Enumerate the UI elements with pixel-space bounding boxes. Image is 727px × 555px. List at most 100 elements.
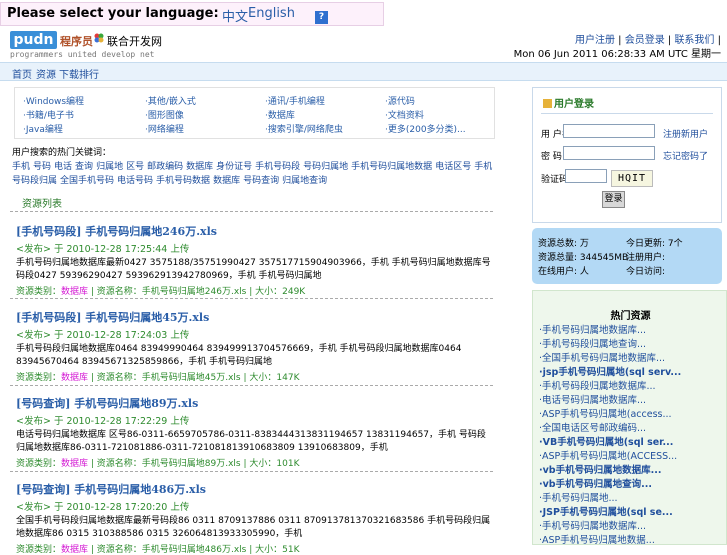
category-link[interactable]: ·文档资料: [385, 108, 424, 121]
keyword-link[interactable]: 全国手机号码: [60, 176, 114, 186]
hot-resource-link[interactable]: ·全国电话区号邮政编码...: [539, 420, 646, 434]
hot-resource-link[interactable]: ·vb手机号码归属地数据库...: [539, 462, 661, 476]
category-link[interactable]: ·更多(200多分类)...: [385, 122, 466, 135]
keyword-link[interactable]: 号码归属地: [303, 162, 348, 172]
keyword-link[interactable]: 身份证号: [216, 162, 252, 172]
hot-resource-link[interactable]: ·手机号码归属地数据库...: [539, 322, 646, 336]
forgot-password-link[interactable]: 忘记密码了: [663, 149, 708, 162]
keyword-link[interactable]: 电话: [54, 162, 72, 172]
language-prompt: Please select your language:: [7, 6, 219, 21]
meta-filename[interactable]: 资源名称：手机号码归属地45万.xls: [97, 373, 241, 383]
result-date: <发布> 于 2010-12-28 17:25:44 上传: [16, 244, 190, 255]
category-link[interactable]: ·源代码: [385, 94, 415, 107]
meta-category[interactable]: 数据库: [61, 545, 88, 555]
keyword-link[interactable]: 查询: [75, 162, 93, 172]
nav-resources[interactable]: 资源: [36, 66, 56, 81]
result-item: [手机号码段] 手机号码归属地246万.xls <发布> 于 2010-12-2…: [16, 223, 494, 297]
register-link[interactable]: 注册新用户: [663, 127, 708, 140]
keyword-link[interactable]: 手机号码数据: [156, 176, 210, 186]
result-title[interactable]: [号码查询] 手机号码归属地486万.xls: [16, 481, 494, 497]
hot-resource-link[interactable]: ·手机号码归属地...: [539, 490, 618, 504]
top-links: 用户注册 | 会员登录 | 联系我们 |: [574, 35, 721, 46]
hot-resource-link[interactable]: ·手机号码段归属地查询...: [539, 336, 646, 350]
category-link[interactable]: ·Java编程: [23, 122, 63, 135]
keyword-link[interactable]: 号码查询: [243, 176, 279, 186]
meta-category-label: 资源类别：: [16, 545, 62, 555]
stat-users: 注册用户:: [626, 253, 666, 263]
meta-category[interactable]: 数据库: [61, 459, 88, 469]
result-title[interactable]: [手机号码段] 手机号码归属地45万.xls: [16, 309, 494, 325]
keyword-link[interactable]: 数据库: [186, 162, 213, 172]
meta-category[interactable]: 数据库: [61, 373, 88, 383]
result-description: 电话号码归属地数据库 区号86-0311-6659705786-0311-838…: [16, 430, 486, 453]
captcha-image[interactable]: HQIT: [611, 170, 653, 187]
result-title[interactable]: [手机号码段] 手机号码归属地246万.xls: [16, 223, 494, 239]
result-title[interactable]: [号码查询] 手机号码归属地89万.xls: [16, 395, 494, 411]
category-link[interactable]: ·其他/嵌入式: [145, 94, 196, 107]
stat-total: 资源总数: 万: [538, 239, 589, 249]
hot-resource-link[interactable]: ·ASP手机号码归属地数据...: [539, 532, 655, 546]
hot-resource-link[interactable]: ·手机号码归属地数据库...: [539, 518, 646, 532]
category-link[interactable]: ·网络编程: [145, 122, 184, 135]
nav-bar: 首页 资源 下载排行: [0, 62, 727, 81]
keyword-link[interactable]: 邮政编码: [147, 162, 183, 172]
hot-resources-panel: 热门资源 ·手机号码归属地数据库... ·手机号码段归属地查询... ·全国手机号码…: [532, 290, 727, 546]
hot-resource-link[interactable]: ·jsp手机号码归属地(sql serv...: [539, 364, 681, 378]
hot-resource-link[interactable]: ·手机号码段归属地数据库...: [539, 378, 656, 392]
keyword-link[interactable]: 手机: [12, 162, 30, 172]
keyword-link[interactable]: 电话区号: [435, 162, 471, 172]
stat-size: 资源总量: 344545MB: [538, 253, 629, 263]
login-button[interactable]: 登录: [602, 191, 625, 208]
result-meta: 资源类别：数据库 | 资源名称：手机号码归属地45万.xls | 大小：147K: [16, 373, 300, 383]
keyword-link[interactable]: 区号: [126, 162, 144, 172]
category-link[interactable]: ·图形图像: [145, 108, 184, 121]
user-icon: [543, 99, 552, 108]
meta-size: 大小：147K: [249, 373, 300, 383]
captcha-input[interactable]: [565, 169, 607, 183]
meta-size: 大小：249K: [255, 287, 306, 297]
keyword-link[interactable]: 电话号码: [117, 176, 153, 186]
nav-home[interactable]: 首页: [12, 66, 32, 81]
keyword-link[interactable]: 数据库: [213, 176, 240, 186]
meta-filename[interactable]: 资源名称：手机号码归属地486万.xls: [97, 545, 247, 555]
hot-resource-link[interactable]: ·ASP手机号码归属地(access...: [539, 406, 672, 420]
tag-cloud: 手机 号码 电话 查询 归属地 区号 邮政编码 数据库 身份证号 手机号码段 号码归属地 手机号码归属…: [12, 160, 493, 188]
meta-category-label: 资源类别：: [16, 287, 62, 297]
keyword-link[interactable]: 归属地查询: [282, 176, 327, 186]
hot-resource-link[interactable]: ·ASP手机号码归属地(ACCESS...: [539, 448, 677, 462]
hot-resource-link[interactable]: ·JSP手机号码归属地(sql se...: [539, 504, 673, 518]
result-item: [号码查询] 手机号码归属地486万.xls <发布> 于 2010-12-28…: [16, 481, 494, 555]
category-link[interactable]: ·书籍/电子书: [23, 108, 74, 121]
result-item: [手机号码段] 手机号码归属地45万.xls <发布> 于 2010-12-28…: [16, 309, 494, 383]
category-link[interactable]: ·Windows编程: [23, 94, 84, 107]
logo-cn-name: 程序员: [60, 35, 93, 48]
keyword-link[interactable]: 号码: [33, 162, 51, 172]
password-input[interactable]: [563, 146, 655, 160]
result-meta: 资源类别：数据库 | 资源名称：手机号码归属地486万.xls | 大小：51K: [16, 545, 300, 555]
category-link[interactable]: ·数据库: [265, 108, 295, 121]
nav-ranking[interactable]: 下载排行: [59, 66, 99, 81]
category-link[interactable]: ·搜索引擎/网络爬虫: [265, 122, 343, 135]
hot-resource-link[interactable]: ·全国手机号码归属地数据库...: [539, 350, 665, 364]
stat-online: 在线用户: 人: [538, 267, 589, 277]
language-option-chinese[interactable]: 中文: [222, 6, 248, 25]
keyword-link[interactable]: 手机号码段: [255, 162, 300, 172]
meta-category[interactable]: 数据库: [61, 287, 88, 297]
language-option-english[interactable]: English: [248, 6, 295, 21]
help-icon[interactable]: ?: [315, 11, 328, 24]
hot-resource-link[interactable]: ·vb手机号码归属地查询...: [539, 476, 652, 490]
category-link[interactable]: ·通讯/手机编程: [265, 94, 325, 107]
logo-flower-icon: [94, 33, 104, 43]
username-input[interactable]: [563, 124, 655, 138]
login-header: 用户登录: [543, 95, 594, 110]
stat-visits: 今日访问:: [626, 267, 666, 277]
meta-size: 大小：51K: [255, 545, 300, 555]
meta-filename[interactable]: 资源名称：手机号码归属地89万.xls: [97, 459, 241, 469]
hot-resource-link[interactable]: ·VB手机号码归属地(sql ser...: [539, 434, 673, 448]
site-logo[interactable]: pudn 程序员 联合开发网 programmers united develo…: [10, 31, 180, 61]
keyword-link[interactable]: 归属地: [96, 162, 123, 172]
keyword-link[interactable]: 手机号码归属地数据: [351, 162, 432, 172]
meta-filename[interactable]: 资源名称：手机号码归属地246万.xls: [97, 287, 247, 297]
result-description: 手机号码归属地数据库最新0427 3575188/35751990427 357…: [16, 258, 491, 281]
hot-resource-link[interactable]: ·电话号码归属地数据库...: [539, 392, 646, 406]
